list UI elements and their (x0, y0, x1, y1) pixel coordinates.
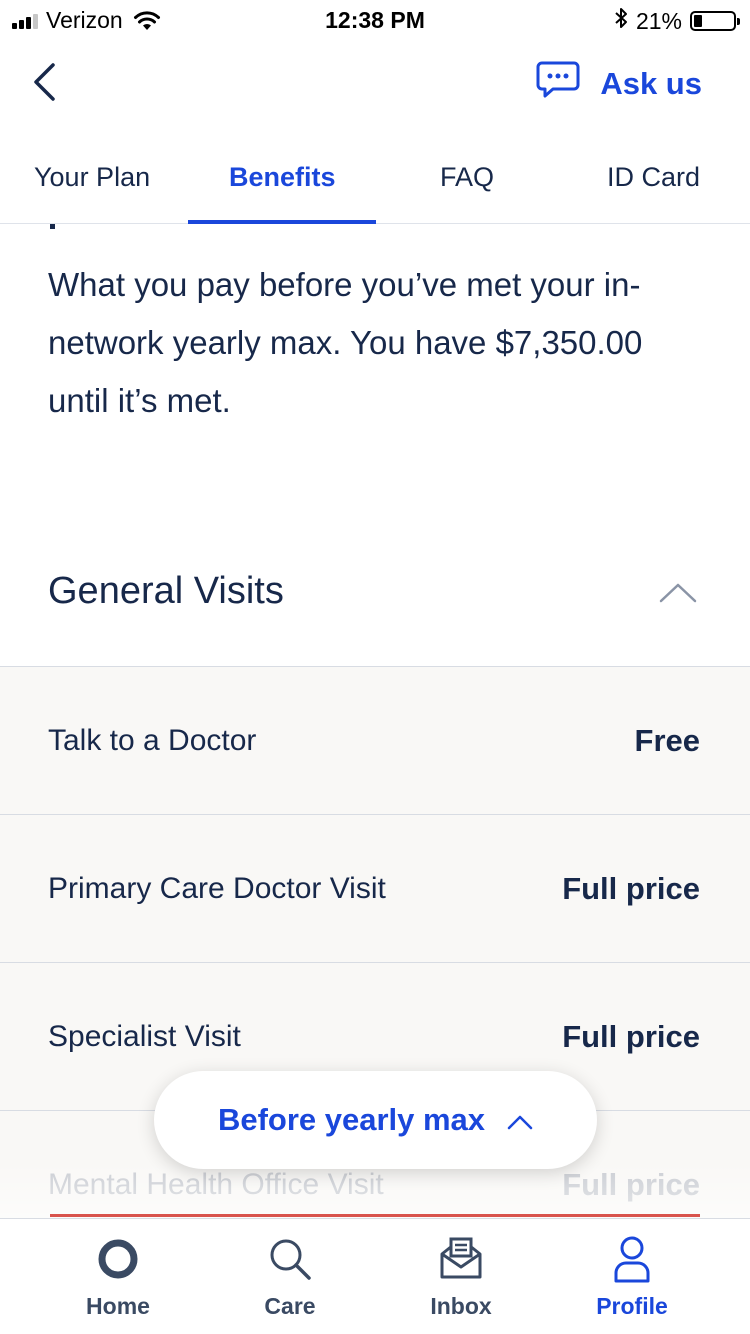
ask-us-button[interactable]: Ask us (536, 60, 702, 108)
benefit-price: Full price (562, 870, 700, 906)
alert-divider (50, 1214, 700, 1217)
person-icon (557, 1233, 707, 1285)
status-bar: Verizon 12:38 PM 21% (0, 0, 750, 40)
nav-label: Home (86, 1293, 150, 1319)
nav-care[interactable]: Care (215, 1233, 365, 1320)
benefit-label: Mental Health Office Visit (48, 1167, 384, 1201)
home-ring-icon (43, 1233, 193, 1285)
section-title: General Visits (48, 570, 284, 612)
status-right: 21% (614, 7, 740, 35)
chevron-up-icon (658, 582, 698, 609)
benefit-rows: Talk to a Doctor Free Primary Care Docto… (0, 666, 750, 1258)
battery-fill (694, 15, 702, 27)
tab-bar: Your Plan Benefits FAQ ID Card (0, 150, 750, 224)
benefit-price: Full price (562, 1018, 700, 1054)
bluetooth-icon (614, 7, 628, 35)
battery-percent: 21% (635, 7, 682, 34)
benefit-label: Primary Care Doctor Visit (48, 871, 386, 905)
tab-your-plan[interactable]: Your Plan (34, 162, 150, 193)
chat-bubble-icon (536, 60, 580, 108)
battery-icon (690, 11, 740, 31)
nav-label: Profile (596, 1293, 668, 1319)
benefit-label: Specialist Visit (48, 1019, 241, 1053)
tab-faq[interactable]: FAQ (440, 162, 494, 193)
ask-us-label: Ask us (600, 66, 702, 101)
plan-description: What you pay before you’ve met your in-n… (48, 266, 643, 419)
back-button[interactable] (32, 62, 72, 106)
nav-label: Care (264, 1293, 316, 1319)
nav-home[interactable]: Home (43, 1233, 193, 1320)
tab-benefits[interactable]: Benefits (229, 162, 336, 193)
tab-id-card[interactable]: ID Card (607, 162, 700, 193)
search-icon (215, 1233, 365, 1285)
inbox-icon (386, 1233, 536, 1285)
benefit-row-talk-to-doctor[interactable]: Talk to a Doctor Free (0, 666, 750, 814)
benefit-price: Full price (562, 1166, 700, 1202)
before-yearly-max-toggle[interactable]: Before yearly max (154, 1071, 597, 1169)
benefit-row-primary-care[interactable]: Primary Care Doctor Visit Full price (0, 814, 750, 962)
chevron-up-icon (507, 1102, 533, 1138)
nav-label: Inbox (430, 1293, 492, 1319)
active-tab-indicator (188, 220, 376, 224)
general-visits-header[interactable]: General Visits (0, 560, 750, 668)
benefit-price: Free (634, 722, 700, 758)
benefit-label: Talk to a Doctor (48, 723, 257, 757)
clipped-text-fragment (50, 224, 55, 229)
chevron-left-icon (32, 62, 56, 107)
nav-profile[interactable]: Profile (557, 1233, 707, 1320)
nav-inbox[interactable]: Inbox (386, 1233, 536, 1320)
bottom-nav: Home Care Inbox Profile (0, 1218, 750, 1334)
pill-label: Before yearly max (217, 1102, 486, 1137)
